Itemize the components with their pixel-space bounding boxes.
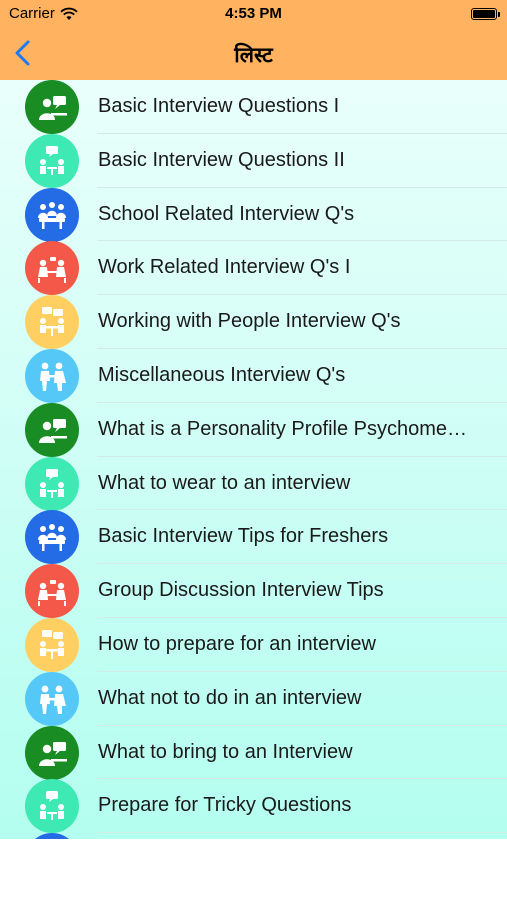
list-item-label: What is a Personality Profile Psychome…: [98, 417, 468, 440]
list-item-label: Work Related Interview Q's I: [98, 256, 351, 279]
team-icon: [25, 187, 79, 242]
list-item-label: What not to do in an interview: [98, 686, 362, 709]
list-item-label: What to bring to an Interview: [98, 740, 353, 763]
list-item[interactable]: Basic Interview Tips for Freshers: [0, 510, 507, 565]
team-icon: [25, 510, 79, 565]
interview-icon: [25, 402, 79, 457]
discussion-icon: [25, 564, 79, 619]
clock: 4:53 PM: [225, 5, 282, 22]
list-item[interactable]: How to prepare for an interview: [0, 617, 507, 672]
list-item[interactable]: Miscellaneous Interview Q's: [0, 348, 507, 403]
list-item[interactable]: Basic Interview Questions I: [0, 80, 507, 134]
meeting-icon: [25, 456, 79, 511]
handshake-icon: [25, 348, 79, 403]
list-item-label: What to wear to an interview: [98, 471, 351, 494]
handshake-icon: [25, 671, 79, 726]
list-item[interactable]: Group Discussion Interview Tips: [0, 564, 507, 619]
topic-list[interactable]: Basic Interview Questions I Basic Intervi…: [0, 80, 507, 839]
interview-icon: [25, 725, 79, 780]
page-title: लिस्ट: [234, 43, 273, 67]
list-item-label: Working with People Interview Q's: [98, 310, 401, 333]
list-item-label: How to prepare for an interview: [98, 632, 376, 655]
bottom-blank-area: [0, 839, 507, 900]
list-item[interactable]: What to wear to an interview: [0, 456, 507, 511]
meeting-icon: [25, 133, 79, 188]
list-item-label: Prepare for Tricky Questions: [98, 794, 352, 817]
list-item-label: Group Discussion Interview Tips: [98, 579, 384, 602]
list-item[interactable]: What to bring to an Interview: [0, 725, 507, 780]
list-item[interactable]: Basic Interview Questions II: [0, 133, 507, 188]
list-item[interactable]: Work Related Interview Q's I: [0, 241, 507, 296]
list-item-label: Miscellaneous Interview Q's: [98, 363, 346, 386]
list-item[interactable]: School Related Interview Q's: [0, 187, 507, 242]
navigation-bar: लिस्ट: [0, 28, 507, 80]
conversation-icon: [25, 295, 79, 350]
conversation-icon: [25, 617, 79, 672]
list-item[interactable]: What is a Personality Profile Psychome…: [0, 402, 507, 457]
list-item-label: Basic Interview Questions I: [98, 95, 340, 117]
meeting-icon: [25, 779, 79, 834]
status-bar: Carrier 4:53 PM: [0, 0, 507, 28]
list-item[interactable]: Working with People Interview Q's: [0, 295, 507, 350]
battery-icon: [471, 8, 500, 20]
discussion-icon: [25, 241, 79, 296]
list-item[interactable]: What not to do in an interview: [0, 671, 507, 726]
list-item[interactable]: Prepare for Tricky Questions: [0, 779, 507, 834]
interview-icon: [25, 80, 79, 134]
list-item-label: School Related Interview Q's: [98, 202, 355, 225]
list-item-label: Basic Interview Questions II: [98, 148, 345, 171]
list-item-label: Basic Interview Tips for Freshers: [98, 525, 389, 548]
